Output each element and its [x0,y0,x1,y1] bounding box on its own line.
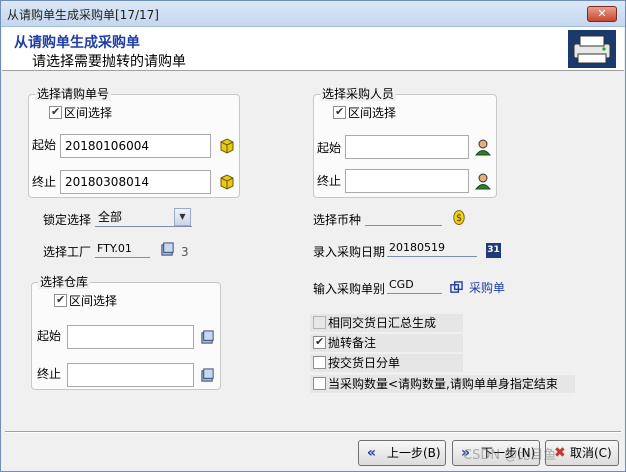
option-checkbox[interactable] [313,377,326,390]
currency-input[interactable] [365,210,442,226]
warehouse-end-input[interactable] [67,363,194,387]
buyer-end-input[interactable] [345,169,469,193]
purchase-type-input[interactable]: CGD [387,278,442,294]
buyer-range-label: 区间选择 [348,106,397,120]
purchase-type-label: 输入采购单别 [313,282,386,296]
factory-label: 选择工厂 [43,245,92,259]
calendar-icon[interactable]: 31 [486,243,501,258]
option-checkbox[interactable] [313,356,326,369]
wizard-header: 从请购单生成采购单 请选择需要抛转的请购单 [2,27,624,71]
warehouse-group-legend: 选择仓库 [38,275,91,289]
factory-name-separator: 3 [181,245,189,259]
printer-icon [568,30,616,68]
dialog-window: 从请购单生成采购单[17/17] ✕ 从请购单生成采购单 请选择需要抛转的请购单… [0,0,626,472]
user-lookup-icon[interactable] [474,138,492,156]
warehouse-start-label: 起始 [37,329,62,343]
previous-button-label: 上一步(B) [387,446,441,460]
option-label: 相同交货日汇总生成 [328,316,437,330]
warehouse-range-label: 区间选择 [69,294,118,308]
requisition-end-input[interactable]: 20180308014 [60,170,211,194]
header-subtitle: 请选择需要抛转的请购单 [32,54,186,70]
purchase-date-label: 录入采购日期 [313,245,386,259]
buyer-end-label: 终止 [317,174,342,188]
requisition-range-label: 区间选择 [64,106,113,120]
option-label: 抛转备注 [328,336,377,350]
factory-input[interactable]: FTY.01 [95,242,150,258]
option-split-by-delivery-date[interactable]: 按交货日分单 [310,354,463,372]
link-window-icon[interactable] [450,281,463,294]
warehouse-start-input[interactable] [67,325,194,349]
requisition-end-label: 终止 [32,175,57,189]
purchase-date-input[interactable]: 20180519 [387,241,477,257]
option-checkbox[interactable] [313,316,326,329]
close-button[interactable]: ✕ [587,6,617,22]
buyer-start-label: 起始 [317,141,342,155]
requisition-group-legend: 选择请购单号 [35,87,112,101]
requisition-start-input[interactable]: 20180106004 [60,134,211,158]
option-label: 按交货日分单 [328,356,401,370]
user-lookup-icon[interactable] [474,172,492,190]
dollar-icon[interactable]: $ [452,209,466,226]
lookup-cube-icon[interactable] [218,137,236,155]
title-bar: 从请购单生成采购单[17/17] ✕ [1,1,625,27]
purchase-type-link[interactable]: 采购单 [469,281,505,295]
svg-text:$: $ [456,213,462,224]
buyer-range-checkbox[interactable] [333,105,346,119]
buyer-group-legend: 选择采购人员 [320,87,397,101]
option-label: 当采购数量<请购数量,请购单单身指定结束 [328,377,558,391]
double-chevron-left-icon: « [367,445,377,461]
footer-divider [5,431,621,433]
lock-selection-value: 全部 [98,210,123,224]
lock-selection-dropdown[interactable]: 全部 ▼ [95,208,192,227]
buyer-start-input[interactable] [345,135,469,159]
lookup-cube-icon[interactable] [218,173,236,191]
warehouse-end-label: 终止 [37,367,62,381]
chevron-down-icon[interactable]: ▼ [174,208,191,226]
lock-selection-label: 锁定选择 [43,213,92,227]
warehouse-range-checkbox[interactable] [54,293,67,307]
cancel-button-label: 取消(C) [570,446,612,460]
database-lookup-icon[interactable] [200,330,215,345]
database-lookup-icon[interactable] [200,368,215,383]
option-merge-by-delivery-date[interactable]: 相同交货日汇总生成 [310,314,463,332]
requisition-start-label: 起始 [32,138,57,152]
previous-button[interactable]: « 上一步(B) [358,440,446,466]
currency-label: 选择币种 [313,213,362,227]
database-lookup-icon[interactable] [160,242,175,257]
requisition-range-checkbox[interactable] [49,105,62,119]
option-checkbox[interactable] [313,335,326,349]
watermark: CSDN @比目鱼 [463,448,557,463]
window-title: 从请购单生成采购单[17/17] [7,8,159,22]
header-title: 从请购单生成采购单 [14,35,140,51]
option-transfer-remarks[interactable]: 抛转备注 [310,334,463,352]
option-close-requisition-lines[interactable]: 当采购数量<请购数量,请购单单身指定结束 [310,375,575,393]
